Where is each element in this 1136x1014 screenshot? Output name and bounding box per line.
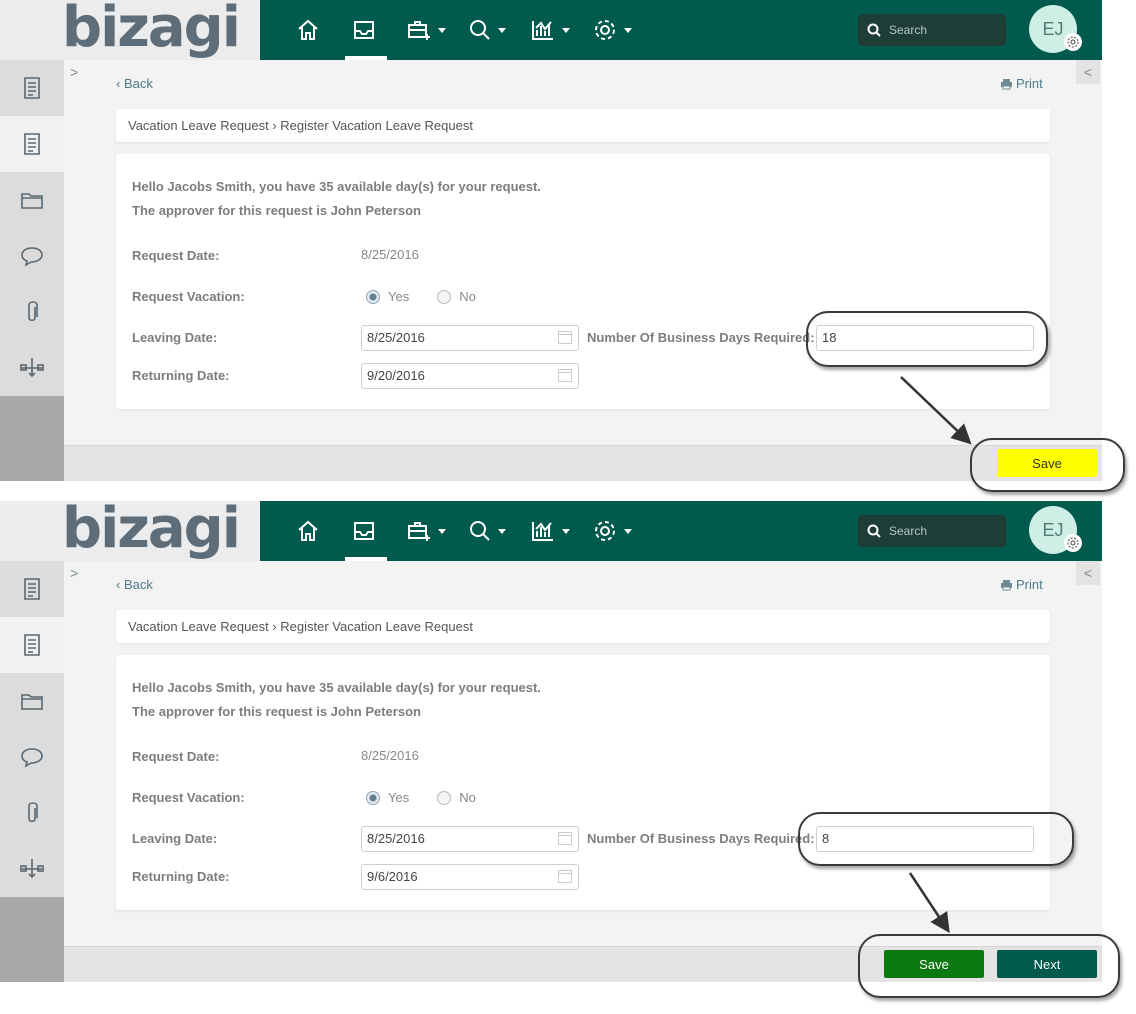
arrow-b (908, 872, 950, 934)
arrow-a (900, 376, 972, 445)
annotation-arrows (900, 376, 972, 934)
